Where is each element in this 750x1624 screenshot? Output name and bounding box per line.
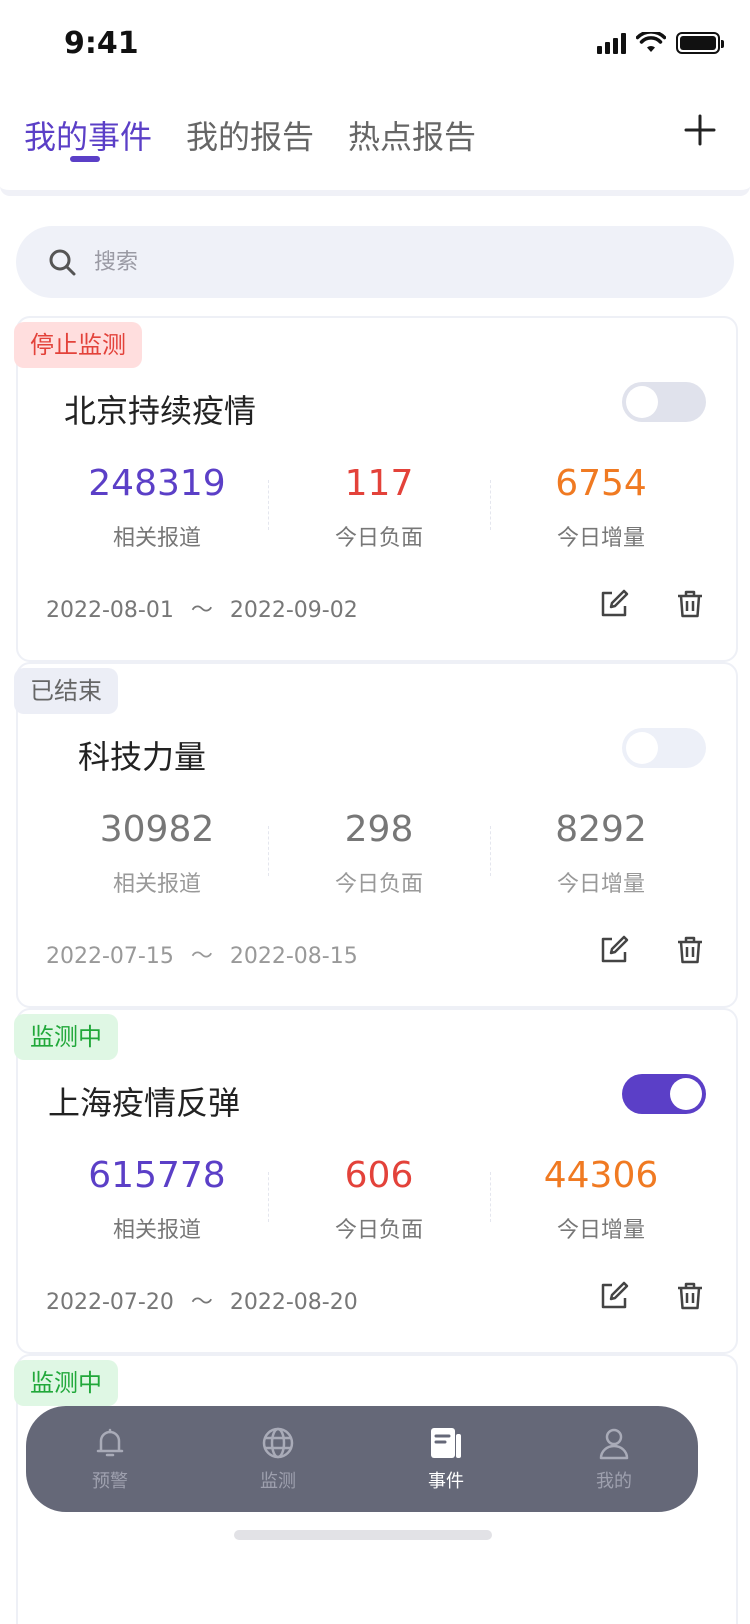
nav-item-events[interactable]: 事件 [362, 1406, 530, 1512]
toggle-knob [626, 386, 658, 418]
toggle-knob [626, 732, 658, 764]
stat-label: 相关报道 [112, 526, 201, 551]
stat-today-negative: 298 今日负面 [268, 804, 490, 898]
nav-label: 监测 [260, 1471, 296, 1492]
active-tab-indicator [70, 156, 100, 162]
stat-value: 117 [344, 463, 414, 504]
stat-label: 今日负面 [334, 1218, 423, 1243]
status-icons [597, 32, 724, 54]
plus-icon[interactable] [680, 110, 720, 150]
toggle-knob [670, 1078, 702, 1110]
nav-item-mine[interactable]: 我的 [530, 1406, 698, 1512]
stat-today-increment: 8292 今日增量 [490, 804, 712, 898]
battery-icon [676, 32, 724, 54]
date-separator: ～ [190, 1290, 213, 1315]
monitor-toggle[interactable] [622, 728, 706, 768]
trash-icon[interactable] [674, 934, 706, 966]
stat-label: 今日增量 [556, 1218, 645, 1243]
end-date: 2022-08-15 [229, 944, 358, 969]
stat-today-increment: 6754 今日增量 [490, 458, 712, 552]
stat-related-reports: 248319 相关报道 [46, 458, 268, 552]
stat-related-reports: 615778 相关报道 [46, 1150, 268, 1244]
end-date: 2022-09-02 [229, 598, 358, 623]
status-badge: 已结束 [14, 668, 118, 714]
stat-value: 248319 [88, 463, 226, 504]
event-stats: 30982 相关报道 298 今日负面 8292 今日增量 [46, 804, 712, 898]
stat-value: 30982 [99, 809, 215, 850]
bell-icon [96, 1428, 124, 1457]
nav-item-alerts[interactable]: 预警 [26, 1406, 194, 1512]
stat-value: 8292 [555, 809, 647, 850]
monitor-toggle[interactable] [622, 1074, 706, 1114]
home-indicator [234, 1530, 492, 1540]
event-card[interactable]: 停止监测 北京持续疫情 248319 相关报道 117 今日负面 6754 今日… [14, 316, 738, 662]
stat-value: 606 [344, 1155, 414, 1196]
stat-label: 今日增量 [556, 526, 645, 551]
search-icon [49, 249, 76, 276]
stat-today-negative: 117 今日负面 [268, 458, 490, 552]
bottom-nav: 预警 监测 事件 我的 [26, 1406, 698, 1512]
nav-label: 预警 [92, 1471, 128, 1492]
app-screen: 9:41 我的事件 我的报告 热点报告 停止 [0, 0, 750, 1624]
status-bar: 9:41 [0, 0, 750, 92]
card-actions [598, 934, 706, 966]
stat-today-negative: 606 今日负面 [268, 1150, 490, 1244]
start-date: 2022-07-15 [46, 944, 174, 969]
tab-hot-reports[interactable]: 热点报告 [348, 112, 476, 158]
search-input[interactable] [94, 249, 594, 275]
card-actions [598, 588, 706, 620]
stat-label: 今日负面 [334, 526, 423, 551]
stat-related-reports: 30982 相关报道 [46, 804, 268, 898]
edit-icon[interactable] [598, 588, 630, 620]
stat-label: 相关报道 [112, 1218, 201, 1243]
tab-my-events[interactable]: 我的事件 [24, 112, 152, 158]
start-date: 2022-07-20 [46, 1290, 174, 1315]
event-title: 科技力量 [78, 738, 207, 776]
stat-value: 615778 [88, 1155, 226, 1196]
event-card[interactable]: 监测中 上海疫情反弹 615778 相关报道 606 今日负面 44306 今日… [14, 1008, 738, 1354]
start-date: 2022-08-01 [46, 598, 174, 623]
globe-icon [262, 1427, 294, 1459]
edit-icon[interactable] [598, 1280, 630, 1312]
trash-icon[interactable] [674, 1280, 706, 1312]
user-icon [599, 1428, 629, 1460]
event-stats: 615778 相关报道 606 今日负面 44306 今日增量 [46, 1150, 712, 1244]
card-actions [598, 1280, 706, 1312]
nav-label: 我的 [596, 1471, 632, 1492]
date-range: 2022-08-01 ～ 2022-09-02 [46, 592, 358, 624]
event-title: 北京持续疫情 [64, 392, 257, 430]
stat-value: 44306 [543, 1155, 659, 1196]
date-range: 2022-07-15 ～ 2022-08-15 [46, 938, 358, 970]
search-bar[interactable] [16, 226, 734, 298]
date-separator: ～ [190, 944, 213, 969]
edit-icon[interactable] [598, 934, 630, 966]
status-time: 9:41 [64, 26, 139, 61]
tab-my-reports[interactable]: 我的报告 [186, 112, 314, 158]
wifi-icon [636, 32, 666, 52]
nav-label: 事件 [428, 1471, 464, 1492]
document-icon [431, 1428, 461, 1458]
nav-item-monitor[interactable]: 监测 [194, 1406, 362, 1512]
monitor-toggle[interactable] [622, 382, 706, 422]
stat-value: 6754 [555, 463, 647, 504]
event-title: 上海疫情反弹 [48, 1084, 241, 1122]
signal-icon [597, 32, 626, 54]
end-date: 2022-08-20 [229, 1290, 358, 1315]
status-badge: 停止监测 [14, 322, 142, 368]
stat-today-increment: 44306 今日增量 [490, 1150, 712, 1244]
stat-label: 今日增量 [556, 872, 645, 897]
stat-label: 相关报道 [112, 872, 201, 897]
event-card[interactable]: 已结束 科技力量 30982 相关报道 298 今日负面 8292 今日增量 2… [14, 662, 738, 1008]
date-range: 2022-07-20 ～ 2022-08-20 [46, 1284, 358, 1316]
stat-label: 今日负面 [334, 872, 423, 897]
status-badge: 监测中 [14, 1360, 118, 1406]
event-stats: 248319 相关报道 117 今日负面 6754 今日增量 [46, 458, 712, 552]
stat-value: 298 [344, 809, 414, 850]
trash-icon[interactable] [674, 588, 706, 620]
date-separator: ～ [190, 598, 213, 623]
status-badge: 监测中 [14, 1014, 118, 1060]
tabs-header: 我的事件 我的报告 热点报告 [0, 92, 750, 196]
